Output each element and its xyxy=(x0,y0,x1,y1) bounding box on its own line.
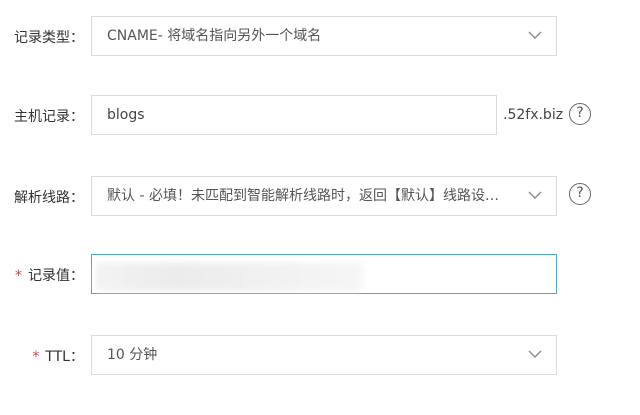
line-value: 默认 - 必填！未匹配到智能解析线路时，返回【默认】线路设… xyxy=(107,188,499,204)
record-value-label: * 记录值： xyxy=(15,254,84,298)
ttl-label-text: TTL： xyxy=(45,349,84,365)
domain-suffix: .52fx.biz xyxy=(503,107,564,123)
record-value-label-text: 记录值： xyxy=(28,268,84,284)
record-type-value: CNAME- 将域名指向另外一个域名 xyxy=(107,28,322,44)
ttl-label: * TTL： xyxy=(32,335,84,379)
question-circle-icon[interactable]: ? xyxy=(569,183,591,205)
redacted-value xyxy=(95,263,363,291)
host-record-value: blogs xyxy=(107,107,145,123)
line-row: 解析线路： 默认 - 必填！未匹配到智能解析线路时，返回【默认】线路设… ? xyxy=(0,176,640,220)
host-record-label: 主机记录： xyxy=(14,109,84,125)
required-mark: * xyxy=(15,268,22,284)
question-circle-icon[interactable]: ? xyxy=(569,103,591,125)
chevron-down-icon xyxy=(528,191,542,199)
host-record-row: 主机记录： blogs .52fx.biz ? xyxy=(0,95,640,139)
record-type-select[interactable]: CNAME- 将域名指向另外一个域名 xyxy=(91,16,557,56)
line-label: 解析线路： xyxy=(14,190,84,206)
record-type-row: 记录类型： CNAME- 将域名指向另外一个域名 xyxy=(0,16,640,60)
required-mark: * xyxy=(32,349,40,365)
chevron-down-icon xyxy=(528,31,542,39)
chevron-down-icon xyxy=(528,350,542,358)
host-record-input[interactable]: blogs xyxy=(91,95,497,135)
ttl-row: * TTL： 10 分钟 xyxy=(0,335,640,379)
line-select[interactable]: 默认 - 必填！未匹配到智能解析线路时，返回【默认】线路设… xyxy=(91,176,557,216)
ttl-select[interactable]: 10 分钟 xyxy=(91,335,557,375)
record-type-label: 记录类型： xyxy=(14,30,84,46)
ttl-value: 10 分钟 xyxy=(107,347,158,363)
